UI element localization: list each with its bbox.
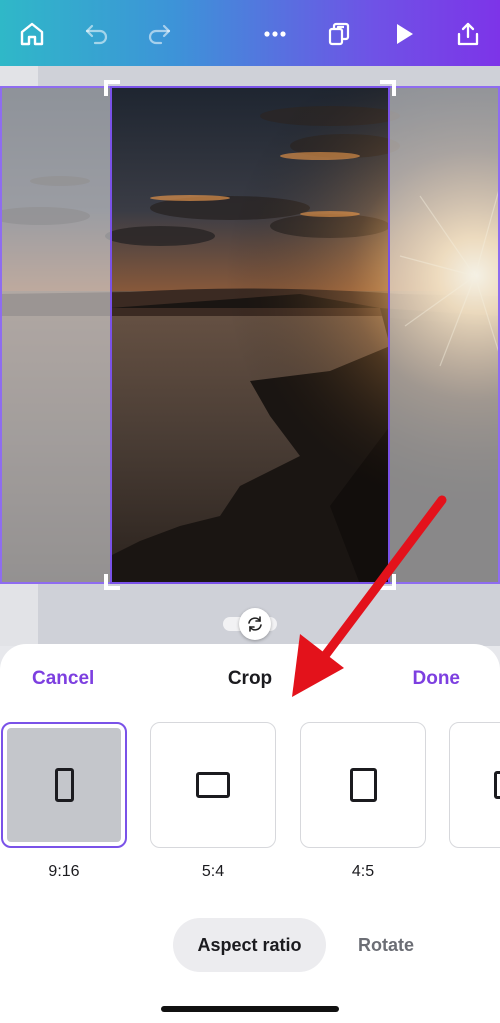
share-button[interactable] bbox=[448, 14, 488, 54]
aspect-option-5-4[interactable]: 5:4 bbox=[150, 722, 276, 881]
share-icon bbox=[457, 22, 479, 46]
crop-handle-bottom-right[interactable] bbox=[380, 574, 396, 590]
aspect-card bbox=[1, 722, 127, 848]
aspect-option-4-5[interactable]: 4:5 bbox=[300, 722, 426, 881]
aspect-card bbox=[449, 722, 500, 848]
tab-rotate[interactable]: Rotate bbox=[340, 918, 432, 972]
aspect-card bbox=[300, 722, 426, 848]
home-button[interactable] bbox=[12, 14, 52, 54]
rotate-handle[interactable] bbox=[239, 608, 271, 640]
portrait-ratio-icon bbox=[54, 768, 74, 802]
tab-aspect-ratio[interactable]: Aspect ratio bbox=[173, 918, 326, 972]
portrait-ratio-icon bbox=[349, 768, 377, 802]
aspect-option-label: 5:4 bbox=[201, 863, 225, 880]
rotate-icon bbox=[248, 616, 262, 632]
aspect-ratio-options: 9:16 5:4 4:5 bbox=[0, 722, 500, 882]
crop-mode-tabs: Aspect ratio Rotate bbox=[0, 918, 500, 972]
play-icon bbox=[397, 24, 413, 44]
aspect-option-label: 9:16 bbox=[48, 863, 80, 880]
home-icon bbox=[20, 22, 44, 46]
top-toolbar bbox=[0, 0, 500, 66]
more-options-button[interactable] bbox=[255, 14, 295, 54]
aspect-option-9-16[interactable]: 9:16 bbox=[1, 722, 127, 881]
aspect-option-label: 4:5 bbox=[351, 863, 375, 880]
aspect-card bbox=[150, 722, 276, 848]
pages-button[interactable] bbox=[319, 14, 359, 54]
more-icon bbox=[264, 31, 286, 37]
cancel-button[interactable]: Cancel bbox=[32, 668, 94, 690]
crop-handle-top-right[interactable] bbox=[380, 80, 396, 96]
undo-button[interactable] bbox=[77, 14, 117, 54]
redo-icon bbox=[148, 24, 171, 45]
pages-icon bbox=[328, 22, 350, 46]
crop-frame[interactable] bbox=[104, 80, 396, 590]
undo-icon bbox=[85, 24, 108, 45]
aspect-option-more[interactable] bbox=[449, 722, 500, 863]
redo-button[interactable] bbox=[139, 14, 179, 54]
ratio-icon bbox=[494, 771, 500, 799]
crop-handle-top-left[interactable] bbox=[104, 80, 120, 96]
present-button[interactable] bbox=[384, 14, 424, 54]
crop-sheet-header: Crop Cancel Done bbox=[0, 668, 500, 698]
crop-handle-bottom-left[interactable] bbox=[104, 574, 120, 590]
editor-canvas bbox=[0, 66, 500, 646]
home-indicator bbox=[161, 1006, 339, 1012]
done-button[interactable]: Done bbox=[413, 668, 461, 690]
crop-sheet: Crop Cancel Done 9:16 5:4 4:5 Aspect rat… bbox=[0, 644, 500, 1023]
landscape-ratio-icon bbox=[196, 772, 230, 798]
